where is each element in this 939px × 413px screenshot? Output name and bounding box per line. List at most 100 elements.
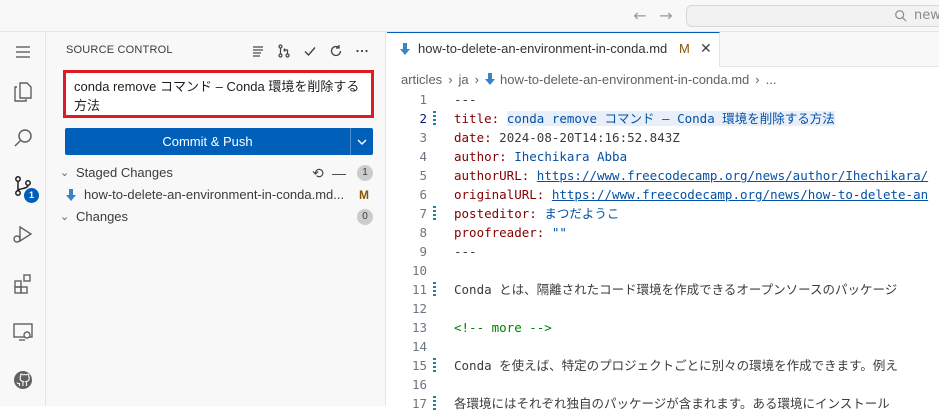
- panel-actions: [248, 41, 372, 61]
- yaml-key: proofreader:: [454, 225, 545, 240]
- changes-count-badge: 0: [357, 209, 373, 225]
- code-line: 14: [387, 337, 939, 356]
- line-number: 5: [419, 168, 427, 183]
- yaml-key: title:: [454, 111, 500, 126]
- changes-label: Changes: [76, 209, 129, 224]
- code-line: 6 originalURL: https://www.freecodecamp.o…: [387, 185, 939, 204]
- line-text: proofreader: "": [454, 223, 567, 242]
- code-line: 12: [387, 299, 939, 318]
- yaml-value: まつだようこ: [544, 206, 620, 221]
- line-text: 各環境にはそれぞれ独自のパッケージが含まれます。ある環境にインストール: [454, 396, 890, 411]
- code-line: 11 Conda とは、隔離されたコード環境を作成できるオープンソースのパッケージ: [387, 280, 939, 299]
- panel-title: SOURCE CONTROL: [66, 44, 173, 56]
- yaml-value: conda remove コマンド – Conda 環境を削除する方法: [506, 111, 835, 126]
- staged-file-row[interactable]: how-to-delete-an-environment-in-conda.md…: [46, 184, 386, 206]
- yaml-link[interactable]: https://www.freecodecamp.org/news/how-to…: [552, 187, 928, 202]
- commit-check-icon[interactable]: [300, 41, 320, 61]
- yaml-key: posteditor:: [454, 206, 537, 221]
- create-pull-request-icon[interactable]: [274, 41, 294, 61]
- run-debug-icon[interactable]: [0, 214, 46, 254]
- modified-gutter: [433, 206, 436, 221]
- minus-icon[interactable]: —: [332, 162, 346, 184]
- code-line: 1 ---: [387, 90, 939, 109]
- yaml-value: Ihechikara Abba: [514, 149, 628, 164]
- line-number: 15: [411, 358, 427, 373]
- command-center-text: news: [914, 8, 939, 23]
- code-line: 7 posteditor: まつだようこ: [387, 204, 939, 223]
- line-number: 1: [419, 92, 427, 107]
- line-text: title: conda remove コマンド – Conda 環境を削除する…: [454, 109, 835, 128]
- yaml-value: "": [551, 225, 567, 240]
- arrow-right-icon[interactable]: →: [656, 6, 676, 25]
- code-line: 3 date: 2024-08-20T14:16:52.843Z: [387, 128, 939, 147]
- breadcrumb-item[interactable]: ...: [766, 72, 777, 87]
- extensions-icon[interactable]: [0, 264, 46, 304]
- source-control-icon[interactable]: 1: [0, 166, 46, 206]
- breadcrumb-item[interactable]: articles: [401, 72, 442, 87]
- commit-message-text: conda remove コマンド – Conda 環境を削除する方法: [74, 79, 360, 113]
- activity-bar: 1: [0, 32, 46, 406]
- line-number: 12: [411, 301, 427, 316]
- chevron-down-icon: ⌄: [60, 167, 70, 179]
- line-number: 9: [419, 244, 427, 259]
- code-line: 17 各環境にはそれぞれ独自のパッケージが含まれます。ある環境にインストール: [387, 394, 939, 413]
- markdown-file-icon: [485, 73, 495, 85]
- staged-count-badge: 1: [357, 165, 373, 181]
- search-icon: [895, 10, 907, 22]
- staged-changes-label: Staged Changes: [76, 165, 173, 180]
- line-number: 16: [411, 377, 427, 392]
- changes-section[interactable]: ⌄ Changes 0: [46, 206, 386, 228]
- menu-icon[interactable]: [0, 32, 46, 72]
- code-line: 13 <!-- more -->: [387, 318, 939, 337]
- unstage-all-icon[interactable]: ⟲: [312, 162, 324, 184]
- yaml-key: author:: [454, 149, 507, 164]
- editor-area: how-to-delete-an-environment-in-conda.md…: [387, 32, 939, 411]
- commit-message-input[interactable]: conda remove コマンド – Conda 環境を削除する方法: [63, 70, 374, 118]
- chevron-right-icon: ›: [448, 72, 453, 87]
- command-center-search[interactable]: news: [686, 5, 939, 27]
- code-line: 8 proofreader: "": [387, 223, 939, 242]
- staged-file-name: how-to-delete-an-environment-in-conda.md…: [84, 187, 345, 202]
- line-number: 2: [419, 111, 427, 126]
- more-actions-icon[interactable]: [352, 41, 372, 61]
- editor-tab[interactable]: how-to-delete-an-environment-in-conda.md…: [387, 32, 720, 67]
- chevron-down-icon: ⌄: [60, 211, 70, 223]
- line-number: 3: [419, 130, 427, 145]
- yaml-link[interactable]: https://www.freecodecamp.org/news/author…: [537, 168, 928, 183]
- tab-bar: how-to-delete-an-environment-in-conda.md…: [387, 32, 939, 67]
- arrow-left-icon[interactable]: ←: [630, 6, 650, 25]
- staged-changes-section[interactable]: ⌄ Staged Changes ⟲ — 1: [46, 162, 386, 184]
- github-icon[interactable]: [0, 360, 46, 400]
- line-number: 7: [419, 206, 427, 221]
- modified-gutter: [433, 111, 436, 126]
- yaml-value: 2024-08-20T14:16:52.843Z: [499, 130, 680, 145]
- line-number: 4: [419, 149, 427, 164]
- refresh-icon[interactable]: [326, 41, 346, 61]
- breadcrumb-item[interactable]: how-to-delete-an-environment-in-conda.md: [500, 72, 749, 87]
- code-line: 10: [387, 261, 939, 280]
- code-line: 15 Conda を使えば、特定のプロジェクトごとに別々の環境を作成できます。例え: [387, 356, 939, 375]
- view-as-list-icon[interactable]: [248, 41, 268, 61]
- commit-dropdown-button[interactable]: [350, 128, 373, 155]
- chevron-right-icon: ›: [474, 72, 479, 87]
- breadcrumb-item[interactable]: ja: [459, 72, 469, 87]
- yaml-key: originalURL:: [454, 187, 545, 202]
- modified-gutter: [433, 282, 436, 297]
- line-number: 14: [411, 339, 427, 354]
- source-control-badge: 1: [24, 188, 39, 203]
- commit-and-push-button[interactable]: Commit & Push: [65, 128, 350, 155]
- modified-gutter: [433, 358, 436, 373]
- line-text: <!-- more -->: [454, 320, 552, 335]
- line-number: 10: [411, 263, 427, 278]
- explorer-icon[interactable]: [0, 72, 46, 112]
- source-control-panel: SOURCE CONTROL conda remove コマンド – Conda…: [46, 32, 386, 406]
- chevron-down-icon: [357, 139, 367, 145]
- yaml-key: date:: [454, 130, 492, 145]
- title-bar: ← → news: [0, 0, 939, 32]
- markdown-file-icon: [66, 189, 76, 201]
- search-icon[interactable]: [0, 118, 46, 158]
- line-number: 6: [419, 187, 427, 202]
- tab-modified-status: M: [679, 41, 690, 56]
- remote-explorer-icon[interactable]: [0, 312, 46, 352]
- close-icon[interactable]: ✕: [700, 40, 712, 57]
